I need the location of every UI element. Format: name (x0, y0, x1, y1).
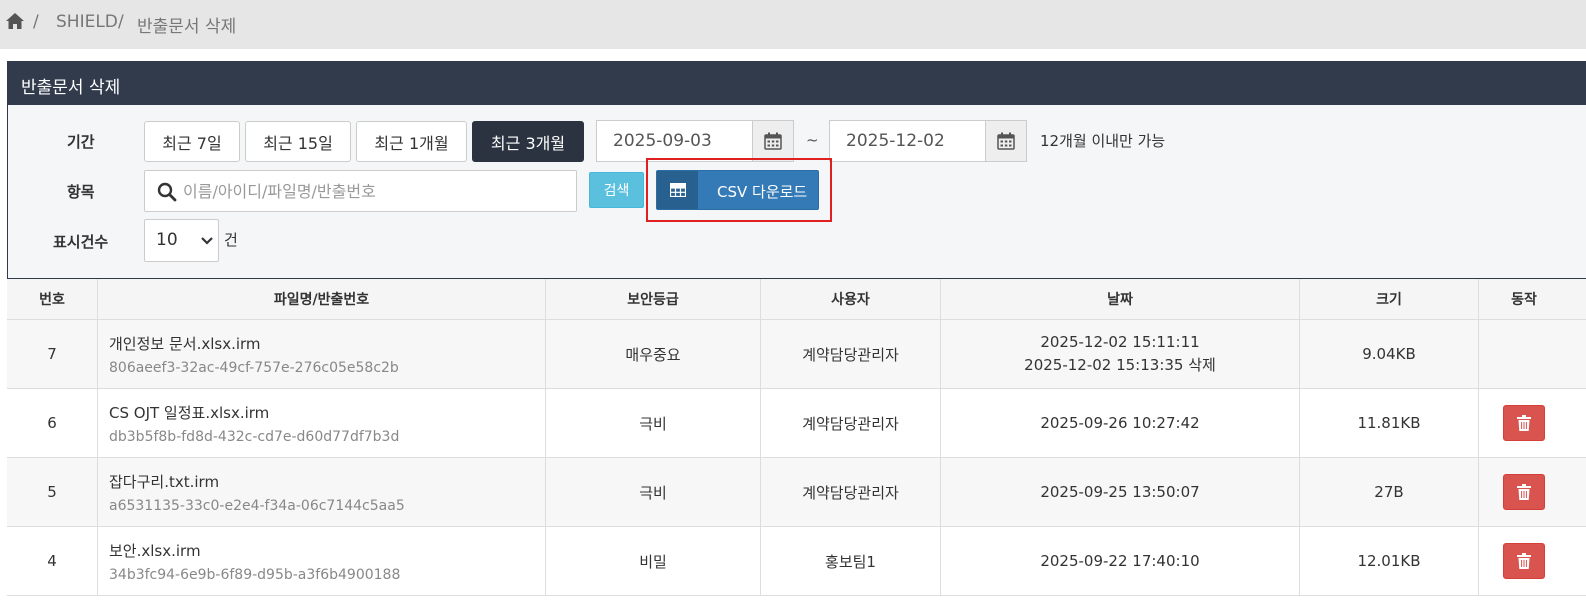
action-cell (1479, 320, 1569, 388)
date-to-input[interactable]: 2025-12-02 (829, 120, 986, 162)
home-icon[interactable] (5, 11, 25, 31)
export-date: 2025-09-25 13:50:07 (941, 458, 1300, 526)
file-size: 9.04KB (1300, 320, 1479, 388)
security-grade: 극비 (546, 389, 761, 457)
page-size-label: 표시건수 (53, 233, 109, 251)
date-separator: ~ (806, 131, 819, 149)
action-cell (1479, 458, 1569, 526)
row-number: 6 (7, 389, 98, 457)
user-name: 홍보팀1 (761, 527, 941, 595)
user-name: 계약담당관리자 (761, 458, 941, 526)
table-header-row: 번호 파일명/반출번호 보안등급 사용자 날짜 크기 동작 (7, 279, 1586, 320)
deleted-date: 2025-12-02 15:13:35 삭제 (1024, 356, 1216, 374)
column-header-filename: 파일명/반출번호 (98, 279, 546, 319)
page-size-unit: 건 (224, 231, 238, 249)
column-header-date: 날짜 (941, 279, 1300, 319)
item-label: 항목 (67, 183, 95, 201)
trash-icon (1517, 484, 1531, 500)
file-name: 보안.xlsx.irm (109, 542, 201, 560)
action-cell (1479, 389, 1569, 457)
file-name: CS OJT 일정표.xlsx.irm (109, 404, 270, 422)
export-date: 2025-09-26 10:27:42 (941, 389, 1300, 457)
delete-button[interactable] (1503, 474, 1545, 510)
file-cell: 보안.xlsx.irm 34b3fc94-6e9b-6f89-d95b-a3f6… (98, 527, 546, 595)
range-hint: 12개월 이내만 가능 (1040, 132, 1166, 150)
table-row: 4 보안.xlsx.irm 34b3fc94-6e9b-6f89-d95b-a3… (7, 527, 1586, 596)
file-size: 11.81KB (1300, 389, 1479, 457)
table-row: 6 CS OJT 일정표.xlsx.irm db3b5f8b-fd8d-432c… (7, 389, 1586, 458)
column-header-number: 번호 (7, 279, 98, 319)
table-icon (657, 171, 698, 209)
row-number: 5 (7, 458, 98, 526)
page-size-value: 10 (156, 230, 178, 250)
breadcrumb: / SHIELD / 반출문서 삭제 (0, 0, 1586, 49)
export-id: a6531135-33c0-e2e4-f34a-06c7144c5aa5 (109, 498, 405, 514)
user-name: 계약담당관리자 (761, 389, 941, 457)
search-button[interactable]: 검색 (589, 172, 644, 208)
trash-icon (1517, 553, 1531, 569)
delete-button[interactable] (1503, 405, 1545, 441)
file-name: 잡다구리.txt.irm (109, 473, 220, 491)
file-cell: 잡다구리.txt.irm a6531135-33c0-e2e4-f34a-06c… (98, 458, 546, 526)
export-id: 806aeef3-32ac-49cf-757e-276c05e58c2b (109, 360, 399, 376)
row-number: 7 (7, 320, 98, 388)
period-1month-button[interactable]: 최근 1개월 (356, 121, 467, 162)
breadcrumb-item-shield[interactable]: SHIELD (56, 12, 118, 32)
file-cell: CS OJT 일정표.xlsx.irm db3b5f8b-fd8d-432c-c… (98, 389, 546, 457)
column-header-action: 동작 (1511, 292, 1537, 308)
security-grade: 극비 (546, 458, 761, 526)
period-label: 기간 (67, 133, 95, 151)
period-7days-button[interactable]: 최근 7일 (144, 121, 240, 162)
csv-download-button[interactable]: CSV 다운로드 (656, 170, 819, 210)
file-size: 27B (1300, 458, 1479, 526)
export-date: 2025-09-22 17:40:10 (941, 527, 1300, 595)
security-grade: 비밀 (546, 527, 761, 595)
date-cell: 2025-12-02 15:11:11 2025-12-02 15:13:35 … (941, 320, 1300, 388)
export-date: 2025-12-02 15:11:11 (1040, 333, 1200, 351)
search-field[interactable] (144, 170, 577, 212)
table-row: 5 잡다구리.txt.irm a6531135-33c0-e2e4-f34a-0… (7, 458, 1586, 527)
file-cell: 개인정보 문서.xlsx.irm 806aeef3-32ac-49cf-757e… (98, 320, 546, 388)
file-size: 12.01KB (1300, 527, 1479, 595)
date-from-input[interactable]: 2025-09-03 (596, 120, 753, 162)
calendar-icon[interactable] (752, 120, 794, 162)
file-name: 개인정보 문서.xlsx.irm (109, 335, 261, 353)
period-3months-button[interactable]: 최근 3개월 (472, 121, 584, 162)
breadcrumb-separator: / (33, 12, 39, 32)
export-id: 34b3fc94-6e9b-6f89-d95b-a3f6b4900188 (109, 567, 401, 583)
breadcrumb-item-current: 반출문서 삭제 (137, 17, 237, 37)
panel-header: 반출문서 삭제 (8, 62, 1586, 105)
column-header-grade: 보안등급 (546, 279, 761, 319)
security-grade: 매우중요 (546, 320, 761, 388)
export-id: db3b5f8b-fd8d-432c-cd7e-d60d77df7b3d (109, 429, 400, 445)
action-cell (1479, 527, 1569, 595)
search-icon (157, 182, 177, 202)
row-number: 4 (7, 527, 98, 595)
column-header-size: 크기 (1300, 279, 1479, 319)
trash-icon (1517, 415, 1531, 431)
panel-title: 반출문서 삭제 (21, 78, 121, 98)
calendar-icon[interactable] (985, 120, 1027, 162)
search-input[interactable] (183, 172, 568, 210)
period-15days-button[interactable]: 최근 15일 (245, 121, 351, 162)
breadcrumb-separator: / (118, 12, 124, 32)
column-header-user: 사용자 (761, 279, 941, 319)
page-size-select[interactable]: 10 (144, 219, 219, 262)
delete-button[interactable] (1503, 543, 1545, 579)
chevron-down-icon (201, 237, 213, 245)
user-name: 계약담당관리자 (761, 320, 941, 388)
table-row: 7 개인정보 문서.xlsx.irm 806aeef3-32ac-49cf-75… (7, 320, 1586, 389)
csv-download-label: CSV 다운로드 (717, 183, 808, 201)
